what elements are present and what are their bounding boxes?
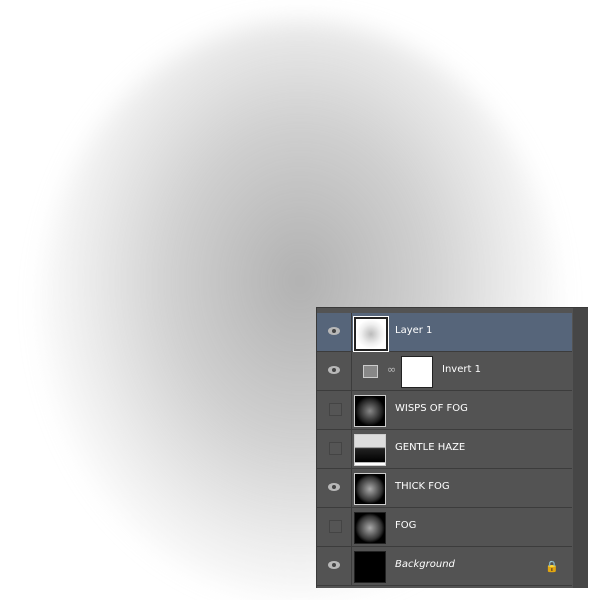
- eye-icon: [328, 327, 340, 335]
- eye-icon: [328, 483, 340, 491]
- layer-row-invert-1[interactable]: ∞ Invert 1: [317, 352, 572, 391]
- layer-name: GENTLE HAZE: [395, 442, 466, 453]
- layer-row-layer-1[interactable]: Layer 1: [317, 313, 572, 352]
- hidden-box-icon: [329, 403, 342, 416]
- adjustment-icon: [363, 365, 378, 378]
- layer-name: Background: [395, 559, 455, 570]
- hidden-box-icon: [329, 520, 342, 533]
- visibility-toggle[interactable]: [317, 508, 352, 546]
- eye-icon: [328, 561, 340, 569]
- hidden-box-icon: [329, 442, 342, 455]
- layer-row-gentle-haze[interactable]: GENTLE HAZE: [317, 430, 572, 469]
- layer-name: Layer 1: [395, 325, 433, 336]
- layer-thumbnail: [354, 395, 386, 427]
- lock-icon: 🔒: [545, 560, 559, 573]
- layer-name: WISPS OF FOG: [395, 403, 468, 414]
- layer-row-thick-fog[interactable]: THICK FOG: [317, 469, 572, 508]
- layer-thumbnail: [354, 551, 386, 583]
- layer-name: FOG: [395, 520, 417, 531]
- visibility-toggle[interactable]: [317, 352, 352, 390]
- link-icon[interactable]: ∞: [387, 363, 396, 376]
- mask-thumbnail: [401, 356, 433, 388]
- layer-thumbnail: [354, 473, 386, 505]
- eye-icon: [328, 366, 340, 374]
- layer-name: THICK FOG: [395, 481, 450, 492]
- layer-thumbnail: [354, 512, 386, 544]
- layer-thumbnail: [353, 316, 389, 352]
- visibility-toggle[interactable]: [317, 469, 352, 507]
- visibility-toggle[interactable]: [317, 391, 352, 429]
- layer-row-wisps-of-fog[interactable]: WISPS OF FOG: [317, 391, 572, 430]
- scrollbar[interactable]: [573, 308, 588, 588]
- layer-row-background[interactable]: Background 🔒: [317, 547, 572, 586]
- layer-thumbnail: [354, 434, 386, 466]
- visibility-toggle[interactable]: [317, 430, 352, 468]
- layer-row-fog[interactable]: FOG: [317, 508, 572, 547]
- layer-name: Invert 1: [442, 364, 481, 375]
- visibility-toggle[interactable]: [317, 313, 352, 351]
- visibility-toggle[interactable]: [317, 547, 352, 585]
- layers-panel: Layer 1 ∞ Invert 1 WISPS OF FOG GENTLE H…: [316, 307, 588, 588]
